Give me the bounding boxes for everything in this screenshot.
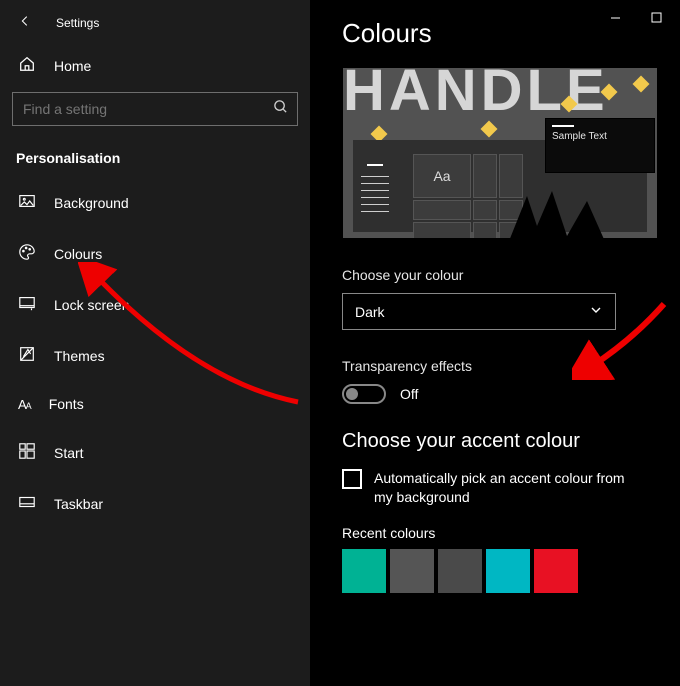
swatch-1[interactable] [390,549,434,593]
auto-accent-label: Automatically pick an accent colour from… [374,469,642,507]
app-title: Settings [56,16,99,30]
theme-preview: HANDLE Aa Sample Text [342,67,658,239]
lockscreen-icon [18,294,36,315]
preview-sample-window: Sample Text [545,118,655,173]
taskbar-icon [18,493,36,514]
nav-label: Taskbar [54,496,103,512]
nav-label: Fonts [49,396,84,412]
minimize-icon[interactable] [610,12,621,23]
nav-fonts[interactable]: AA Fonts [12,388,298,420]
maximize-icon[interactable] [651,12,662,23]
nav-label: Background [54,195,129,211]
accent-heading: Choose your accent colour [342,430,680,453]
settings-header: Settings [12,10,298,45]
content: Colours HANDLE Aa Sample Text Choose you… [310,0,680,686]
themes-icon [18,345,36,366]
nav-themes[interactable]: Themes [12,337,298,374]
nav-start[interactable]: Start [12,434,298,471]
chevron-down-icon [589,303,603,320]
search-wrap [12,92,298,126]
choose-colour-value: Dark [355,304,385,320]
swatch-0[interactable] [342,549,386,593]
nav-label: Themes [54,348,105,364]
section-title: Personalisation [12,136,298,184]
nav-label: Start [54,445,84,461]
fonts-icon: AA [18,397,31,412]
swatch-4[interactable] [534,549,578,593]
sidebar: Settings Home Personalisation Background [0,0,310,686]
window-controls [610,12,662,23]
auto-accent-checkbox[interactable] [342,469,362,489]
home-nav[interactable]: Home [12,45,298,86]
back-icon[interactable] [18,14,32,31]
nav-background[interactable]: Background [12,184,298,221]
search-input[interactable] [12,92,298,126]
home-label: Home [54,58,91,74]
nav-lockscreen[interactable]: Lock screen [12,286,298,323]
start-icon [18,442,36,463]
sample-text: Sample Text [552,131,607,142]
nav-label: Lock screen [54,297,129,313]
transparency-toggle[interactable] [342,384,386,404]
preview-aa: Aa [413,154,471,198]
palette-icon [18,243,36,264]
recent-colours-label: Recent colours [342,525,680,541]
nav-label: Colours [54,246,102,262]
transparency-state: Off [400,386,418,402]
picture-icon [18,192,36,213]
swatch-3[interactable] [486,549,530,593]
choose-colour-select[interactable]: Dark [342,293,616,330]
nav-colours[interactable]: Colours [12,235,298,272]
swatch-2[interactable] [438,549,482,593]
recent-swatches [342,549,680,593]
transparency-label: Transparency effects [342,358,680,374]
search-icon [273,99,288,119]
choose-colour-label: Choose your colour [342,267,680,283]
nav-taskbar[interactable]: Taskbar [12,485,298,522]
home-icon [18,55,36,76]
